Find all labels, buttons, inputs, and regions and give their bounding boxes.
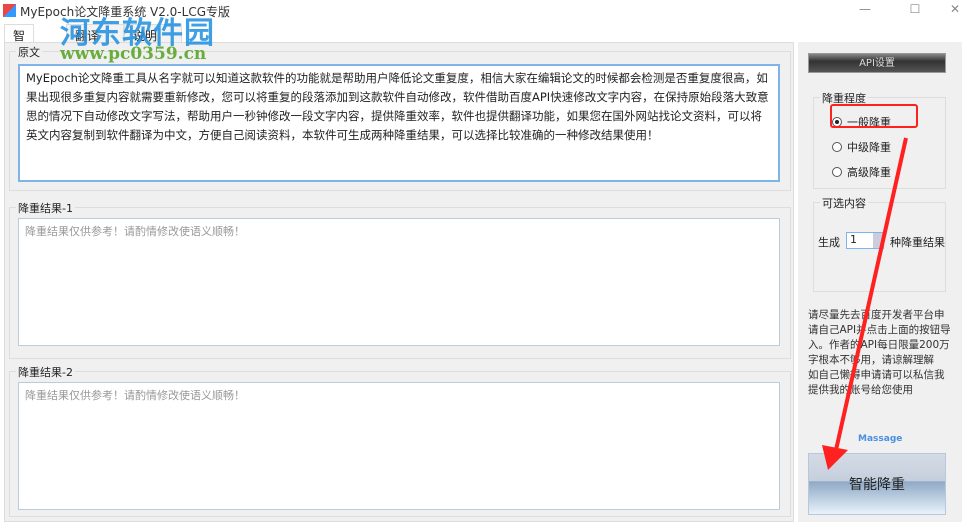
result2-label: 降重结果-2 [16, 364, 75, 380]
radio-icon [832, 142, 842, 152]
count-stepper[interactable]: 1 [846, 232, 884, 249]
radio-label: 高级降重 [847, 166, 891, 179]
maximize-button[interactable]: ☐ [900, 2, 930, 20]
radio-medium[interactable]: 中级降重 [832, 139, 891, 155]
generate-suffix: 种降重结果 [890, 236, 945, 249]
optional-label: 可选内容 [820, 195, 868, 211]
stepper-arrows-icon[interactable] [873, 233, 883, 248]
original-label: 原文 [16, 44, 42, 60]
close-button[interactable]: ✕ [940, 2, 968, 20]
smart-reduce-button[interactable]: 智能降重 [808, 453, 946, 515]
massage-link[interactable]: Massage [858, 434, 902, 444]
optional-group: 可选内容 生成 1 种降重结果 [813, 195, 946, 292]
original-group: 原文 MyEpoch论文降重工具从名字就可以知道这款软件的功能就是帮助用户降低论… [9, 44, 791, 191]
notice-text: 请尽量先去百度开发者平台申请自己API并点击上面的按钮导入。作者的API每日限量… [808, 309, 951, 396]
result1-group: 降重结果-1 降重结果仅供参考！请酌情修改使语义顺畅！ [9, 200, 791, 359]
radio-high[interactable]: 高级降重 [832, 164, 891, 180]
radio-label: 中级降重 [847, 141, 891, 154]
app-icon [3, 4, 16, 17]
watermark-url: www.pc0359.cn [60, 44, 207, 64]
radio-icon [832, 167, 842, 177]
api-settings-button[interactable]: API设置 [808, 53, 946, 73]
result1-placeholder: 降重结果仅供参考！请酌情修改使语义顺畅！ [25, 225, 245, 238]
tab-smart-reduce[interactable]: 智能降重 [4, 24, 35, 94]
highlight-box [830, 104, 918, 128]
result1-label: 降重结果-1 [16, 200, 75, 216]
result2-placeholder: 降重结果仅供参考！请酌情修改使语义顺畅！ [25, 389, 245, 402]
generate-prefix: 生成 [818, 236, 840, 249]
result2-textarea[interactable]: 降重结果仅供参考！请酌情修改使语义顺畅！ [18, 382, 780, 510]
original-textarea[interactable]: MyEpoch论文降重工具从名字就可以知道这款软件的功能就是帮助用户降低论文重复… [18, 64, 780, 182]
result2-group: 降重结果-2 降重结果仅供参考！请酌情修改使语义顺畅！ [9, 364, 791, 517]
minimize-button[interactable]: — [850, 2, 880, 20]
count-value: 1 [850, 233, 857, 246]
main-pane: 原文 MyEpoch论文降重工具从名字就可以知道这款软件的功能就是帮助用户降低论… [4, 42, 794, 522]
result1-textarea[interactable]: 降重结果仅供参考！请酌情修改使语义顺畅！ [18, 218, 780, 346]
